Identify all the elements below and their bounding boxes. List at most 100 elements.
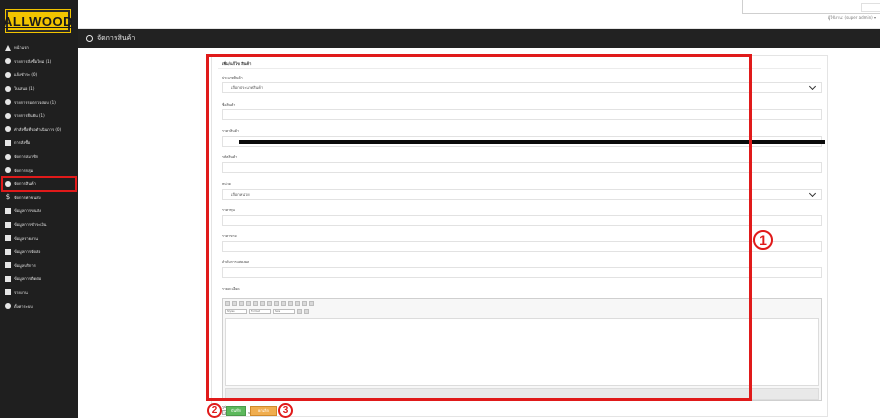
sidebar-item[interactable]: รายการสั่งซื้อใหม่ (1) bbox=[0, 55, 78, 69]
format-select[interactable]: Format bbox=[249, 309, 271, 314]
strike-icon[interactable] bbox=[246, 301, 251, 306]
sidebar-item[interactable]: ข้อมูลการจัดส่ง bbox=[0, 245, 78, 259]
superscript-icon[interactable] bbox=[260, 301, 265, 306]
sidebar-item-label: ข้อมูลการชำระเงิน bbox=[14, 222, 47, 228]
sidebar-item[interactable]: $ จัดการค่าขนส่ง bbox=[0, 191, 78, 205]
product-code-input[interactable] bbox=[222, 162, 822, 173]
field-label-cost: ราคาทุน bbox=[222, 208, 235, 212]
sidebar-item[interactable]: คำสั่งซื้อที่รอดำเนินการ (0) bbox=[0, 123, 78, 137]
sidebar-item-label: จัดการสินค้า bbox=[14, 181, 36, 187]
sidebar-item-label: ข้อมูลการจัดส่ง bbox=[14, 249, 41, 255]
indent-icon[interactable] bbox=[281, 301, 286, 306]
sell-price-input[interactable] bbox=[222, 241, 822, 252]
sidebar-item-label: หน้าแรก bbox=[14, 45, 29, 51]
sidebar-item[interactable]: ข้อมูลรายงาน bbox=[0, 231, 78, 245]
field-label-unit: หน่วย bbox=[222, 182, 231, 186]
sidebar-item[interactable]: ข้อมูลบริการ bbox=[0, 259, 78, 273]
sidebar-item[interactable]: ใบเสนอ (1) bbox=[0, 82, 78, 96]
brand-logo[interactable]: ALLWOOD bbox=[3, 10, 73, 32]
editor-footer bbox=[225, 388, 819, 400]
sidebar-item[interactable]: ข้อมูลการชำระเงิน bbox=[0, 218, 78, 232]
text-color-icon[interactable] bbox=[297, 309, 302, 314]
field-label-description: รายละเอียด bbox=[222, 287, 240, 291]
italic-icon[interactable] bbox=[232, 301, 237, 306]
circle-icon bbox=[5, 58, 11, 65]
table-icon[interactable] bbox=[295, 301, 300, 306]
source-icon[interactable] bbox=[309, 301, 314, 306]
sidebar-item-label: คำสั่งซื้อที่รอดำเนินการ (0) bbox=[14, 126, 62, 132]
square-icon bbox=[5, 207, 11, 214]
form-title: เพิ่ม/แก้ไข สินค้า bbox=[222, 61, 252, 66]
top-search-box[interactable] bbox=[742, 0, 880, 14]
sidebar-item-label: การสั่งซื้อ bbox=[14, 140, 31, 146]
category-select-value: เลือกประเภทสินค้า bbox=[231, 85, 264, 90]
home-icon bbox=[5, 44, 11, 51]
circle-icon bbox=[5, 85, 11, 92]
sidebar-item-label: ข้อมูลการติดต่อ bbox=[14, 276, 42, 282]
sidebar-item-label: จัดการกลุ่ม bbox=[14, 167, 34, 173]
product-name-input[interactable] bbox=[222, 109, 822, 120]
subscript-icon[interactable] bbox=[253, 301, 258, 306]
sidebar-item[interactable]: ตั้งค่าระบบ bbox=[0, 299, 78, 313]
category-select[interactable]: เลือกประเภทสินค้า bbox=[222, 82, 822, 93]
sidebar-item[interactable]: รายการยืนยัน (1) bbox=[0, 109, 78, 123]
chevron-down-icon bbox=[808, 82, 817, 91]
sidebar-item-label: รายการรอตรวจสอบ (1) bbox=[14, 99, 56, 105]
sidebar-item[interactable]: ข้อมูลการขนส่ง bbox=[0, 204, 78, 218]
sidebar-item[interactable]: ข้อมูลการติดต่อ bbox=[0, 272, 78, 286]
square-icon bbox=[5, 275, 11, 282]
cart-icon bbox=[5, 139, 11, 146]
bg-color-icon[interactable] bbox=[304, 309, 309, 314]
cost-input[interactable] bbox=[222, 215, 822, 226]
page-title: จัดการสินค้า bbox=[97, 34, 136, 42]
underline-icon[interactable] bbox=[239, 301, 244, 306]
unit-select-value: เลือกหน่วย bbox=[231, 192, 250, 197]
input-fill-bar bbox=[239, 140, 825, 144]
cancel-button[interactable]: ยกเลิก bbox=[250, 406, 277, 416]
editor-toolbar-row-1 bbox=[225, 301, 819, 308]
display-order-input[interactable] bbox=[222, 267, 822, 278]
sidebar-item-label: จัดการสมาชิก bbox=[14, 154, 39, 160]
sidebar-item[interactable]: จัดการสินค้า bbox=[1, 175, 77, 192]
gear-icon bbox=[86, 35, 93, 42]
sidebar-item-label: จัดการค่าขนส่ง bbox=[14, 194, 41, 200]
circle-icon bbox=[5, 71, 11, 78]
editor-content-area[interactable] bbox=[225, 318, 819, 386]
product-price-input[interactable] bbox=[222, 136, 825, 147]
sidebar-item[interactable]: จัดการสมาชิก bbox=[0, 150, 78, 164]
field-label-code: รหัสสินค้า bbox=[222, 155, 238, 159]
styles-select[interactable]: Styles bbox=[225, 309, 247, 314]
logo-text: ALLWOOD bbox=[3, 13, 73, 29]
sidebar-item[interactable]: รายการรอตรวจสอบ (1) bbox=[0, 95, 78, 109]
page-header: จัดการสินค้า bbox=[78, 29, 880, 48]
bullet-list-icon[interactable] bbox=[274, 301, 279, 306]
user-menu[interactable]: ผู้ใช้งาน: (super admin) ▾ bbox=[828, 14, 876, 21]
unit-select[interactable]: เลือกหน่วย bbox=[222, 189, 822, 200]
users-icon bbox=[5, 167, 11, 174]
chevron-down-icon bbox=[808, 189, 817, 198]
sidebar-item-label: ตั้งค่าระบบ bbox=[14, 303, 33, 309]
field-label-order: ลำดับการแสดงผล bbox=[222, 260, 250, 264]
save-button[interactable]: บันทึก bbox=[226, 406, 246, 416]
square-icon bbox=[5, 262, 11, 269]
sidebar-item-label: ข้อมูลรายงาน bbox=[14, 235, 38, 241]
sidebar-item[interactable]: แจ้งชำระ (0) bbox=[0, 68, 78, 82]
annotation-callout-1: 1 bbox=[753, 230, 773, 250]
link-icon[interactable] bbox=[302, 301, 307, 306]
chart-icon bbox=[5, 235, 11, 242]
circle-icon bbox=[5, 112, 11, 119]
sidebar-item[interactable]: รายงาน bbox=[0, 286, 78, 300]
bold-icon[interactable] bbox=[225, 301, 230, 306]
sidebar-item[interactable]: การสั่งซื้อ bbox=[0, 136, 78, 150]
sidebar-item-label: แจ้งชำระ (0) bbox=[14, 72, 38, 78]
sidebar-item[interactable]: หน้าแรก bbox=[0, 41, 78, 55]
sidebar-item-label: ข้อมูลการขนส่ง bbox=[14, 208, 41, 214]
numbered-list-icon[interactable] bbox=[267, 301, 272, 306]
image-icon[interactable] bbox=[288, 301, 293, 306]
sidebar-item[interactable]: จัดการกลุ่ม bbox=[0, 163, 78, 177]
editor-toolbar-row-2: Styles Format Size bbox=[225, 309, 819, 316]
size-select[interactable]: Size bbox=[273, 309, 295, 314]
top-bar: ผู้ใช้งาน: (super admin) ▾ bbox=[78, 0, 880, 29]
circle-icon bbox=[5, 99, 11, 106]
field-label-category: ประเภทสินค้า bbox=[222, 76, 243, 80]
